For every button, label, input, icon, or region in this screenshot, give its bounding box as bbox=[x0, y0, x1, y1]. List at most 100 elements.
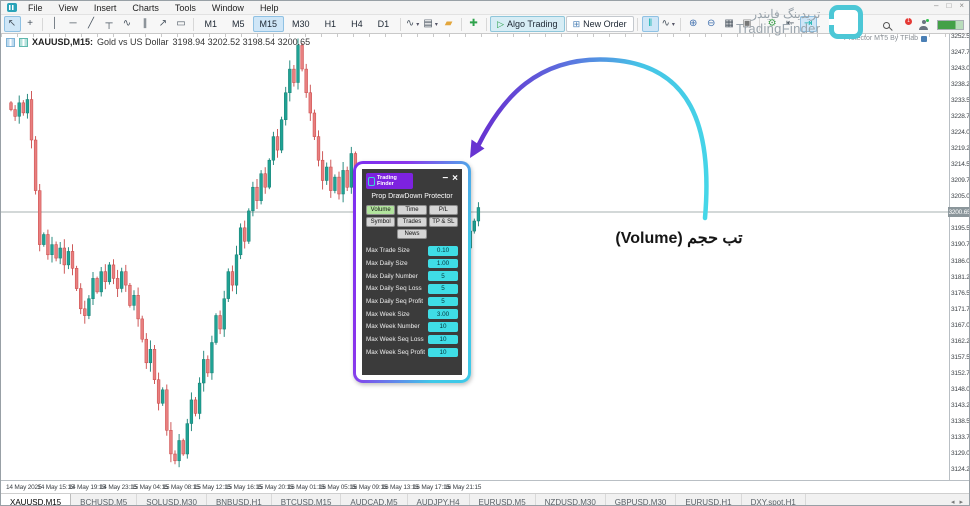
panel-field-row: Max Daily Seq Profit5 bbox=[366, 297, 458, 307]
freehand-draw-tool[interactable]: ∿ bbox=[119, 16, 136, 32]
panel-tab-time[interactable]: Time bbox=[397, 205, 426, 215]
profiles-folder[interactable]: ▰ bbox=[440, 16, 457, 32]
cursor-tool[interactable]: ↖ bbox=[4, 16, 21, 32]
arrow-tool-icon: ↗ bbox=[159, 19, 167, 29]
symbol-tab-eurusd-h1[interactable]: EURUSD,H1 bbox=[676, 494, 741, 506]
timeframe-m30[interactable]: M30 bbox=[285, 16, 317, 32]
panel-field-value[interactable]: 10 bbox=[428, 322, 458, 332]
panel-field-value[interactable]: 5 bbox=[428, 284, 458, 294]
panel-field-value[interactable]: 3.00 bbox=[428, 309, 458, 319]
menu-tools[interactable]: Tools bbox=[167, 3, 204, 13]
panel-tab-tp-sl[interactable]: TP & SL bbox=[429, 217, 458, 227]
chart-candles-icon[interactable] bbox=[19, 38, 28, 47]
algo-trading-button-label: Algo Trading bbox=[507, 19, 558, 29]
symbol-tab-xauusd-m15[interactable]: XAUUSD,M15 bbox=[1, 494, 71, 506]
indicators-menu-icon: ∿ bbox=[406, 19, 414, 29]
freehand-draw-tool-icon: ∿ bbox=[123, 19, 131, 29]
zoom-in-button-icon: ⊕ bbox=[689, 19, 697, 29]
timeframe-h1[interactable]: H1 bbox=[318, 16, 344, 32]
symbol-tab-nzdusd-m30[interactable]: NZDUSD,M30 bbox=[536, 494, 606, 506]
symbol-tab-dxy-spot-h1[interactable]: DXY.spot,H1 bbox=[742, 494, 806, 506]
symbol-tab-eurusd-m5[interactable]: EURUSD,M5 bbox=[470, 494, 536, 506]
panel-field-value[interactable]: 10 bbox=[428, 348, 458, 358]
timeframe-m15[interactable]: M15 bbox=[253, 16, 285, 32]
timeframe-d1-label: D1 bbox=[378, 19, 390, 29]
indicators-menu[interactable]: ∿▾ bbox=[404, 16, 421, 32]
panel-close-button[interactable]: × bbox=[452, 174, 458, 184]
symbol-tab-audcad-m5[interactable]: AUDCAD,M5 bbox=[341, 494, 407, 506]
window-minimize-button[interactable]: – bbox=[934, 2, 938, 10]
channel-tool[interactable]: ∥ bbox=[137, 16, 154, 32]
panel-field-row: Max Daily Number5 bbox=[366, 271, 458, 281]
timeframe-h4-label: H4 bbox=[351, 19, 363, 29]
panel-tab-p-l[interactable]: P/L bbox=[429, 205, 458, 215]
chart-type-menu[interactable]: ▤▾ bbox=[422, 16, 439, 32]
horizontal-line-tool[interactable]: ─ bbox=[65, 16, 82, 32]
menu-help[interactable]: Help bbox=[252, 3, 287, 13]
timeframe-m5[interactable]: M5 bbox=[225, 16, 252, 32]
symbol-tab-btcusd-m15[interactable]: BTCUSD,M15 bbox=[272, 494, 342, 506]
vertical-line-tool[interactable]: │ bbox=[47, 16, 64, 32]
trendline-tool[interactable]: ╱ bbox=[83, 16, 100, 32]
menu-charts[interactable]: Charts bbox=[124, 3, 167, 13]
panel-tabs: VolumeTimeP/L SymbolTradesTP & SLNews bbox=[366, 205, 458, 239]
zoom-in-button[interactable]: ⊕ bbox=[685, 16, 702, 32]
symbol-tab-bchusd-m5[interactable]: BCHUSD,M5 bbox=[71, 494, 137, 506]
panel-tab-trades[interactable]: Trades bbox=[397, 217, 426, 227]
window-restore-button[interactable]: □ bbox=[946, 2, 951, 10]
zoom-out-button[interactable]: ⊖ bbox=[703, 16, 720, 32]
search-icon[interactable] bbox=[883, 22, 890, 29]
notification-icon[interactable]: 1 bbox=[899, 21, 910, 30]
symbol-tab-bnbusd-h1[interactable]: BNBUSD,H1 bbox=[207, 494, 272, 506]
data-window-toggle-icon: ‖ bbox=[648, 19, 652, 29]
symbol-tab-audjpy-h4[interactable]: AUDJPY,H4 bbox=[408, 494, 470, 506]
tradingfinder-panel-logo: Trading Finder bbox=[366, 173, 413, 189]
tradingfinder-watermark: تریدینگ فایندر TradingFinder bbox=[736, 5, 863, 39]
price-axis-label: 3219.25 bbox=[951, 145, 970, 152]
chart-grid-icon[interactable] bbox=[6, 38, 15, 47]
menu-insert[interactable]: Insert bbox=[86, 3, 125, 13]
panel-field-value[interactable]: 1.00 bbox=[428, 259, 458, 269]
watermark-brand-en: TradingFinder bbox=[736, 21, 820, 37]
panel-field-row: Max Trade Size0.10 bbox=[366, 246, 458, 256]
algo-trading-button[interactable]: ▷Algo Trading bbox=[490, 16, 564, 32]
price-axis-label: 3176.50 bbox=[951, 290, 970, 297]
new-order-button[interactable]: ⊞New Order bbox=[566, 16, 634, 32]
menu-window[interactable]: Window bbox=[204, 3, 252, 13]
menu-file[interactable]: File bbox=[20, 3, 51, 13]
crosshair-tool[interactable]: + bbox=[22, 16, 39, 32]
price-axis-label: 3224.00 bbox=[951, 129, 970, 136]
symbol-tab-gbpusd-m30[interactable]: GBPUSD,M30 bbox=[606, 494, 677, 506]
new-chart-symbol[interactable]: ✚ bbox=[465, 16, 482, 32]
user-account-icon[interactable] bbox=[919, 20, 928, 30]
timeframe-h4[interactable]: H4 bbox=[344, 16, 370, 32]
price-axis-label: 3238.25 bbox=[951, 81, 970, 88]
quotes-menu-icon: ∿ bbox=[661, 19, 669, 29]
panel-field-value[interactable]: 5 bbox=[428, 271, 458, 281]
panel-minimize-button[interactable]: − bbox=[442, 174, 448, 184]
panel-field-value[interactable]: 5 bbox=[428, 297, 458, 307]
rectangle-tool[interactable]: ▭ bbox=[173, 16, 190, 32]
arrow-tool[interactable]: ↗ bbox=[155, 16, 172, 32]
panel-field-value[interactable]: 0.10 bbox=[428, 246, 458, 256]
time-axis[interactable]: 14 May 202514 May 15:1514 May 19:1514 Ma… bbox=[1, 480, 969, 493]
trend-angle-tool[interactable]: ┬ bbox=[101, 16, 118, 32]
symbol-tab-solusd-m30[interactable]: SOLUSD,M30 bbox=[137, 494, 207, 506]
timeframe-d1[interactable]: D1 bbox=[371, 16, 397, 32]
menu-view[interactable]: View bbox=[51, 3, 86, 13]
timeframe-m1[interactable]: M1 bbox=[198, 16, 225, 32]
panel-tab-symbol[interactable]: Symbol bbox=[366, 217, 395, 227]
time-axis-label: 14 May 2025 bbox=[6, 484, 41, 491]
panel-tab-news[interactable]: News bbox=[397, 229, 426, 239]
tab-nav-left-icon[interactable]: ◂ bbox=[951, 498, 955, 506]
candlestick-chart[interactable] bbox=[1, 34, 949, 480]
data-window-toggle[interactable]: ‖ bbox=[642, 16, 659, 32]
tab-nav-right-icon[interactable]: ▸ bbox=[959, 498, 963, 506]
algo-trading-button-icon: ▷ bbox=[497, 20, 504, 29]
indicator-link-icon bbox=[921, 36, 927, 42]
window-close-button[interactable]: × bbox=[959, 2, 964, 10]
price-axis[interactable]: 3252.503247.753243.003238.253233.503228.… bbox=[949, 34, 970, 480]
panel-field-value[interactable]: 10 bbox=[428, 335, 458, 345]
quotes-menu[interactable]: ∿▾ bbox=[660, 16, 677, 32]
panel-tab-volume[interactable]: Volume bbox=[366, 205, 395, 215]
